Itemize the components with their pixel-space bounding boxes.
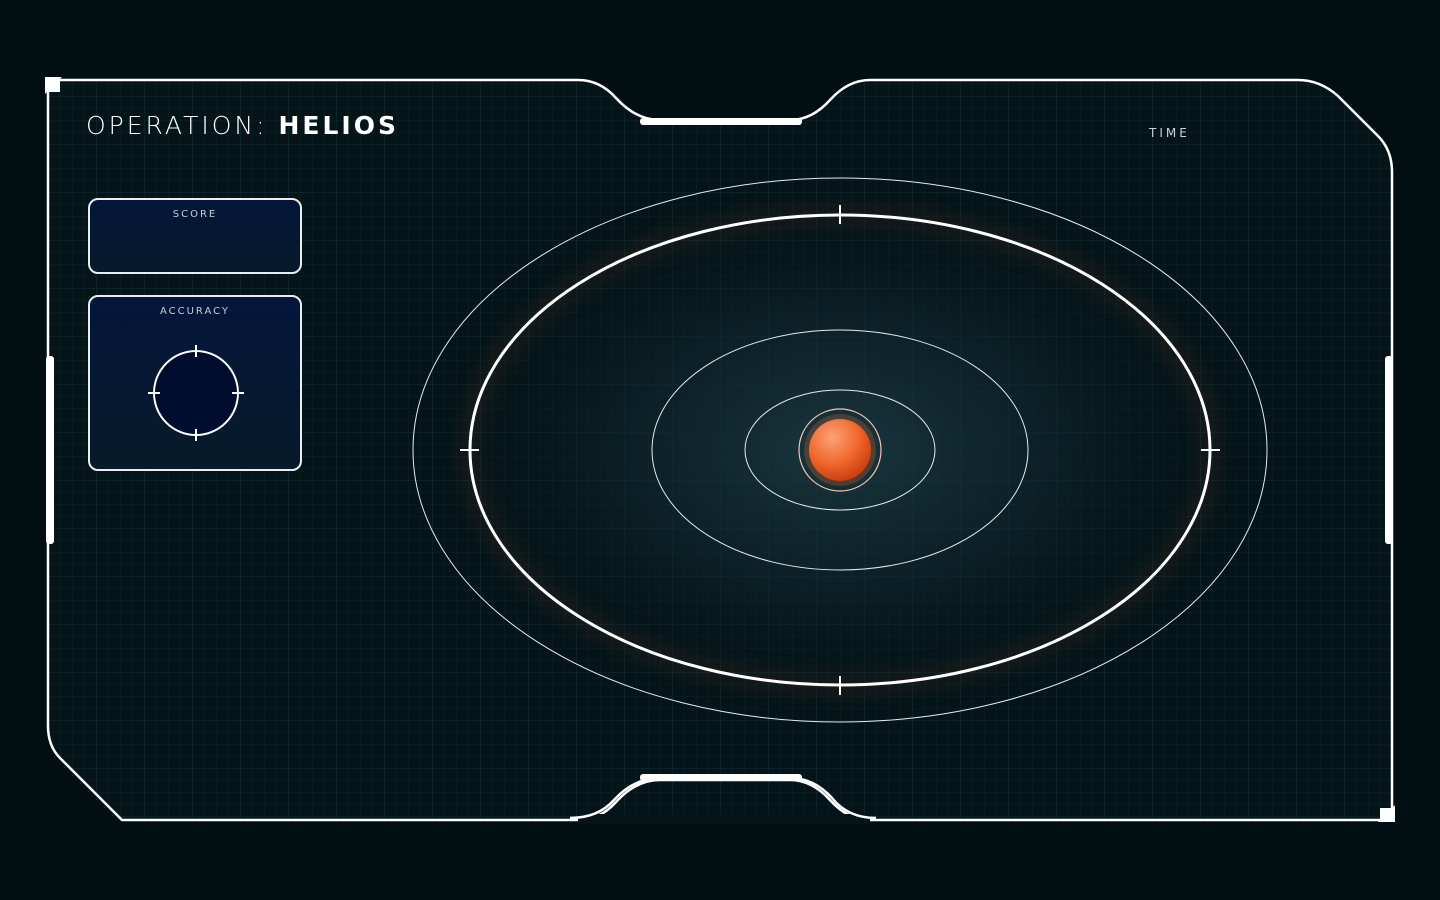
score-label: SCORE [172, 209, 218, 220]
game-screen: OPERATION: HELIOS TIME SCORE ACCURACY [0, 0, 1440, 900]
accuracy-panel: ACCURACY [88, 295, 302, 471]
page-title: OPERATION: HELIOS [86, 112, 399, 140]
title-prefix: OPERATION: [86, 111, 279, 140]
crosshair-icon [148, 345, 244, 441]
title-name: HELIOS [278, 111, 399, 140]
score-panel: SCORE [88, 198, 302, 274]
sun-icon[interactable] [798, 408, 882, 492]
time-label: TIME [1149, 126, 1190, 140]
